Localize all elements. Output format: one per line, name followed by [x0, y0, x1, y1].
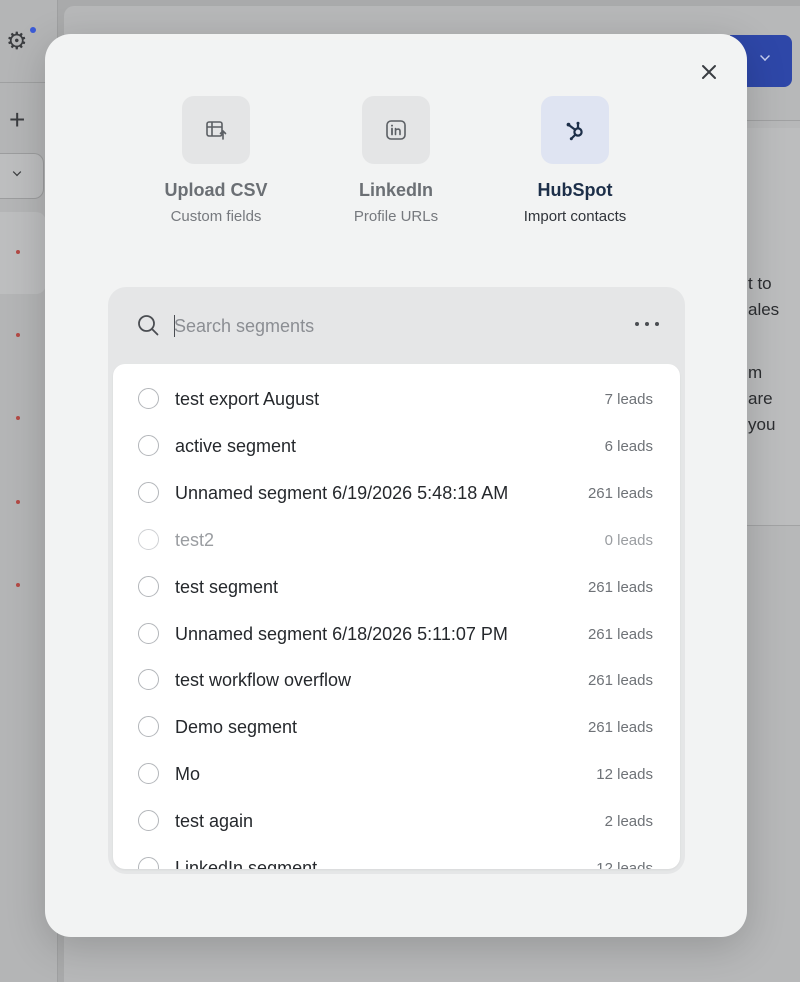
segment-name: test workflow overflow — [175, 670, 352, 691]
background-text: ales — [748, 300, 780, 319]
segment-radio[interactable] — [138, 434, 159, 456]
segment-lead-count: 12 leads — [596, 860, 653, 869]
search-bar — [108, 287, 685, 363]
segment-row[interactable]: test workflow overflow 261 leads — [113, 657, 680, 703]
segment-name: Unnamed segment 6/18/2026 5:11:07 PM — [175, 623, 508, 644]
segment-radio[interactable] — [138, 388, 159, 409]
segment-row[interactable]: test again 2 leads — [113, 798, 680, 844]
hubspot-tile — [541, 96, 609, 164]
close-icon — [702, 65, 716, 79]
segment-row[interactable]: test export August 7 leads — [113, 376, 680, 422]
source-subtitle: Import contacts — [523, 208, 627, 225]
source-name: HubSpot — [537, 180, 613, 200]
background-text: are — [748, 389, 773, 408]
segment-row[interactable]: test segment 261 leads — [113, 564, 680, 610]
more-options-button[interactable] — [632, 311, 662, 337]
segment-radio[interactable] — [138, 810, 159, 832]
segment-lead-count: 261 leads — [587, 625, 653, 643]
segment-radio[interactable] — [138, 716, 159, 738]
segment-radio[interactable] — [138, 669, 159, 691]
segment-row[interactable]: LinkedIn segment 12 leads — [113, 845, 680, 869]
segment-radio[interactable] — [138, 622, 159, 644]
sidebar-panel — [0, 212, 46, 294]
status-dot — [16, 333, 20, 337]
segment-lead-count: 261 leads — [587, 672, 653, 690]
segment-lead-count: 0 leads — [604, 531, 653, 549]
source-name: Upload CSV — [164, 180, 268, 200]
hubspot-icon — [566, 121, 583, 141]
status-dot — [16, 416, 20, 420]
close-button[interactable] — [697, 60, 721, 84]
status-dot — [16, 500, 20, 504]
more-dot-icon — [645, 322, 649, 326]
segment-lead-count: 12 leads — [596, 766, 653, 784]
background-card — [740, 128, 800, 526]
gear-icon[interactable]: ⚙ — [6, 30, 28, 54]
segment-row[interactable]: Unnamed segment 6/18/2026 5:11:07 PM 261 … — [113, 611, 680, 657]
status-dot — [16, 250, 20, 254]
segment-lead-count: 6 leads — [604, 437, 653, 455]
search-input[interactable] — [174, 309, 594, 343]
segment-name: test again — [175, 811, 254, 832]
background-text: you — [748, 415, 776, 434]
more-dot-icon — [655, 322, 659, 326]
segment-list: test export August 7 leads active segment 6… — [113, 364, 680, 869]
segment-name: LinkedIn segment — [175, 858, 318, 869]
add-icon[interactable]: + — [9, 106, 25, 134]
source-linkedin[interactable]: LinkedIn Profile URLs — [321, 96, 471, 225]
segment-name: Unnamed segment 6/19/2026 5:48:18 AM — [175, 482, 509, 503]
source-hubspot[interactable]: HubSpot Import contacts — [500, 96, 650, 225]
segment-radio[interactable] — [138, 575, 159, 597]
segment-name: test2 — [175, 529, 215, 550]
segment-name: test segment — [175, 576, 279, 597]
linkedin-icon — [386, 120, 406, 140]
background-text: t to — [748, 274, 772, 293]
source-subtitle: Profile URLs — [353, 208, 439, 225]
segment-row[interactable]: Demo segment 261 leads — [113, 704, 680, 750]
upload-csv-tile — [182, 96, 250, 164]
source-upload-csv[interactable]: Upload CSV Custom fields — [141, 96, 291, 225]
search-icon — [138, 315, 159, 336]
sidebar-dropdown[interactable] — [0, 153, 44, 199]
segment-radio[interactable] — [138, 528, 159, 550]
segment-lead-count: 7 leads — [604, 391, 653, 408]
segment-name: Mo — [175, 764, 201, 785]
source-subtitle: Custom fields — [170, 208, 262, 225]
segment-row[interactable]: Mo 12 leads — [113, 751, 680, 797]
segment-radio[interactable] — [138, 857, 159, 869]
status-dot — [16, 583, 20, 587]
segment-row[interactable]: Unnamed segment 6/19/2026 5:48:18 AM 261 … — [113, 470, 680, 516]
segment-radio[interactable] — [138, 481, 159, 503]
segment-name: Demo segment — [175, 717, 298, 738]
segment-lead-count: 261 leads — [587, 719, 653, 737]
notification-dot — [30, 27, 36, 33]
segment-radio[interactable] — [138, 763, 159, 785]
segment-lead-count: 261 leads — [587, 484, 653, 502]
segment-name: test export August — [175, 389, 320, 409]
segment-picker: test export August 7 leads active segment 6… — [108, 287, 685, 874]
chevron-down-icon — [12, 167, 22, 177]
source-name: LinkedIn — [358, 180, 433, 200]
import-modal: Upload CSV Custom fields LinkedIn Profil… — [45, 34, 747, 937]
more-dot-icon — [635, 322, 639, 326]
linkedin-tile — [362, 96, 430, 164]
segment-lead-count: 261 leads — [587, 578, 653, 596]
background-text: m — [748, 363, 763, 382]
segment-row[interactable]: test2 0 leads — [113, 517, 680, 563]
segment-lead-count: 2 leads — [604, 813, 653, 831]
segment-name: active segment — [175, 435, 297, 456]
table-upload-icon — [206, 121, 227, 140]
segment-row[interactable]: active segment 6 leads — [113, 423, 680, 469]
chevron-down-icon — [760, 51, 770, 61]
